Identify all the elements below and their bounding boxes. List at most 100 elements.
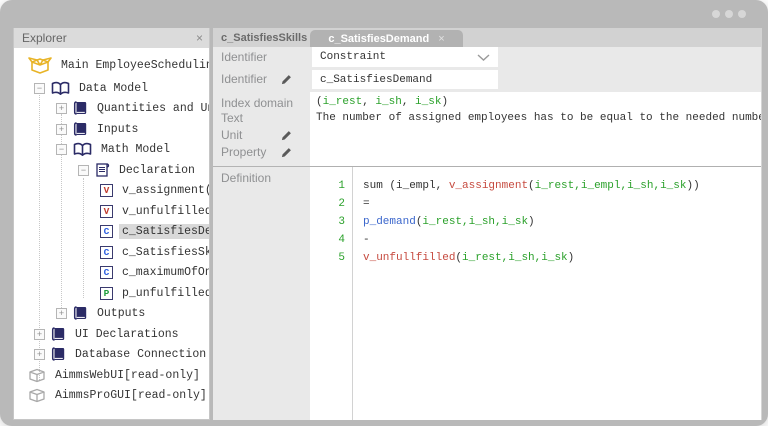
tree-item-label: c_maximumOfOneS: [122, 266, 209, 280]
tree-item-p-unfulfilledwe[interactable]: Pp_unfulfilledWe: [14, 283, 209, 304]
tree-item-c-maximumofones[interactable]: Cc_maximumOfOneS: [14, 263, 209, 284]
explorer-panel: Explorer × Main EmployeeScheduling − Data …: [13, 28, 210, 420]
code-segment: sum (i_empl,: [363, 180, 449, 192]
closed-book-icon: [73, 306, 88, 321]
code-segment: ,: [401, 96, 416, 108]
tree-item-math-model[interactable]: − Math Model: [14, 140, 209, 161]
tree-item-label: Main EmployeeScheduling: [61, 58, 209, 72]
scroll-icon: [95, 162, 110, 178]
tree-item-v-assignment-i[interactable]: Vv_assignment(i_: [14, 181, 209, 202]
tab-label: c_SatisfiesSkills: [221, 31, 308, 44]
edit-identifier-pencil-icon[interactable]: [281, 72, 292, 90]
v-type-badge-icon: V: [100, 204, 113, 218]
attribute-label-column: Identifier Identifier Index domain Text …: [213, 47, 310, 420]
c-type-badge-icon: C: [100, 266, 113, 280]
explorer-header: Explorer ×: [14, 28, 209, 48]
explorer-title: Explorer: [22, 31, 67, 45]
identifier-label: Identifier: [221, 72, 268, 86]
window-control-dot-icon[interactable]: [738, 10, 746, 18]
code-segment: i_sh: [375, 96, 402, 108]
tree-item-quantities-and-units[interactable]: + Quantities and Units: [14, 99, 209, 120]
definition-editor[interactable]: 12345 sum (i_empl, v_assignment(i_rest,i…: [310, 166, 761, 420]
property-label: Property: [221, 145, 267, 159]
tree-item-label: Quantities and Units: [97, 102, 209, 116]
tree-item-outputs[interactable]: + Outputs: [14, 304, 209, 325]
edit-unit-pencil-icon[interactable]: [281, 128, 292, 146]
code-segment: i_rest: [322, 96, 363, 108]
code-segment: v_unfullfilled: [363, 252, 456, 264]
tree-item-label: c_SatisfiesDema: [119, 224, 209, 240]
window-control-dot-icon[interactable]: [712, 10, 720, 18]
window-titlebar: [0, 0, 768, 28]
tree-item-label: UI Declarations: [75, 327, 179, 341]
expand-icon[interactable]: +: [34, 328, 45, 340]
index-domain-value[interactable]: (i_rest, i_sh, i_sk): [316, 96, 761, 108]
tree-item-c-satisfiesskil[interactable]: Cc_SatisfiesSkil: [14, 242, 209, 263]
expand-icon[interactable]: +: [56, 103, 67, 115]
tree-item-label: Declaration: [119, 163, 195, 177]
p-type-badge-icon: P: [100, 286, 113, 300]
code-segment: (: [316, 96, 323, 108]
code-segment: )): [686, 180, 700, 192]
c-type-badge-icon: C: [100, 225, 113, 239]
window-controls[interactable]: [712, 10, 746, 18]
code-segment: (: [528, 180, 535, 192]
tree-item-label: p_unfulfilledWe: [122, 286, 209, 300]
tree-item-inputs[interactable]: + Inputs: [14, 119, 209, 140]
tree-item-v-unfulfilled-i[interactable]: Vv_unfulfilled(i: [14, 201, 209, 222]
line-number: 3: [338, 216, 345, 228]
expand-icon[interactable]: +: [34, 349, 45, 361]
tree-item-declaration[interactable]: − Declaration: [14, 160, 209, 181]
line-number: 5: [338, 252, 345, 264]
identifier-input[interactable]: c_SatisfiesDemand: [312, 70, 498, 89]
edit-property-pencil-icon[interactable]: [281, 145, 292, 163]
code-segment: ): [567, 252, 575, 264]
tree-item-label: v_assignment(i_: [122, 184, 209, 198]
window-control-dot-icon[interactable]: [725, 10, 733, 18]
identifier-type-label: Identifier: [221, 50, 268, 64]
tree-item-c-satisfiesdema[interactable]: Cc_SatisfiesDema: [14, 222, 209, 243]
code-segment: =: [363, 198, 370, 210]
collapse-icon[interactable]: −: [56, 144, 67, 156]
identifier-type-value: Constraint: [320, 51, 387, 63]
code-line: v_unfullfilled(i_rest,i_sh,i_sk): [363, 249, 761, 267]
code-segment: v_assignment: [448, 180, 529, 192]
closed-book-icon: [73, 101, 88, 116]
tree-item-database-connection[interactable]: + Database Connection: [14, 345, 209, 366]
tab-c-satisfiesskills[interactable]: c_SatisfiesSkills: [213, 28, 310, 47]
code-line: p_demand(i_rest,i_sh,i_sk): [363, 213, 761, 231]
code-segment: i_sk: [415, 96, 442, 108]
expand-icon[interactable]: +: [56, 123, 67, 135]
tree-item-label: v_unfulfilled(i: [122, 204, 209, 218]
package-icon: [28, 368, 46, 383]
identifier-type-select[interactable]: Constraint: [312, 47, 498, 67]
closed-book-icon: [51, 347, 66, 362]
tree-item-aimmsprogui-read-only[interactable]: AimmsProGUI[read-only]: [14, 386, 209, 407]
collapse-icon[interactable]: −: [78, 164, 89, 176]
definition-code: sum (i_empl, v_assignment(i_rest,i_empl,…: [353, 167, 761, 420]
code-segment: i_rest,i_sh,i_sk: [422, 216, 529, 228]
tree-item-label: Math Model: [101, 143, 171, 157]
tab-close-icon[interactable]: ×: [438, 33, 444, 45]
text-label: Text: [221, 111, 244, 125]
open-box-icon: [28, 54, 52, 76]
tree-item-aimmswebui-read-only[interactable]: AimmsWebUI[read-only]: [14, 365, 209, 386]
tab-c-satisfiesdemand[interactable]: c_SatisfiesDemand ×: [310, 30, 463, 47]
code-segment: ): [441, 96, 449, 108]
explorer-close-icon[interactable]: ×: [196, 31, 203, 45]
package-icon: [28, 388, 46, 403]
text-value[interactable]: The number of assigned employees has to …: [316, 112, 761, 124]
app-window: Explorer × Main EmployeeScheduling − Data …: [0, 0, 768, 426]
code-segment: i_rest,i_empl,i_sh,i_sk: [534, 180, 687, 192]
tree-item-main-employeescheduling[interactable]: Main EmployeeScheduling: [14, 52, 209, 78]
code-line: =: [363, 195, 761, 213]
tab-label: c_SatisfiesDemand: [328, 32, 430, 45]
tree-item-label: Database Connection: [75, 348, 207, 362]
tree-item-data-model[interactable]: − Data Model: [14, 78, 209, 99]
collapse-icon[interactable]: −: [34, 82, 45, 94]
c-type-badge-icon: C: [100, 245, 113, 259]
line-number: 2: [338, 198, 345, 210]
expand-icon[interactable]: +: [56, 308, 67, 320]
tree-item-ui-declarations[interactable]: + UI Declarations: [14, 324, 209, 345]
tree-item-label: Outputs: [97, 307, 146, 321]
